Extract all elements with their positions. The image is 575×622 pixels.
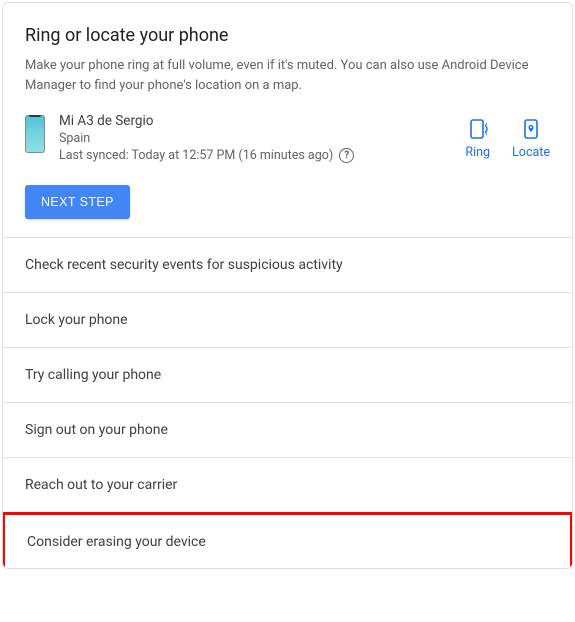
device-row: Mi A3 de Sergio Spain Last synced: Today… [25, 113, 550, 163]
option-lock-phone[interactable]: Lock your phone [3, 293, 572, 348]
locate-label: Locate [512, 145, 550, 160]
option-sign-out[interactable]: Sign out on your phone [3, 403, 572, 458]
device-actions: Ring Locate [465, 117, 550, 160]
option-call-phone[interactable]: Try calling your phone [3, 348, 572, 403]
ring-locate-section: Ring or locate your phone Make your phon… [3, 3, 572, 237]
device-location: Spain [59, 131, 465, 146]
option-security-events[interactable]: Check recent security events for suspici… [3, 238, 572, 293]
page-title: Ring or locate your phone [25, 25, 550, 46]
ring-label: Ring [465, 145, 490, 160]
phone-device-icon [25, 115, 45, 153]
next-step-button[interactable]: NEXT STEP [25, 185, 130, 219]
options-list: Check recent security events for suspici… [3, 237, 572, 569]
locate-icon [519, 117, 543, 141]
security-card: Ring or locate your phone Make your phon… [2, 2, 573, 569]
device-sync-text: Last synced: Today at 12:57 PM (16 minut… [59, 148, 333, 163]
device-info: Mi A3 de Sergio Spain Last synced: Today… [59, 113, 465, 163]
option-reach-carrier[interactable]: Reach out to your carrier [3, 458, 572, 513]
locate-button[interactable]: Locate [512, 117, 550, 160]
page-description: Make your phone ring at full volume, eve… [25, 56, 550, 95]
option-erase-device[interactable]: Consider erasing your device [2, 512, 573, 569]
help-icon[interactable]: ? [339, 148, 354, 163]
device-name: Mi A3 de Sergio [59, 113, 465, 129]
device-sync: Last synced: Today at 12:57 PM (16 minut… [59, 148, 465, 163]
ring-icon [466, 117, 490, 141]
ring-button[interactable]: Ring [465, 117, 490, 160]
